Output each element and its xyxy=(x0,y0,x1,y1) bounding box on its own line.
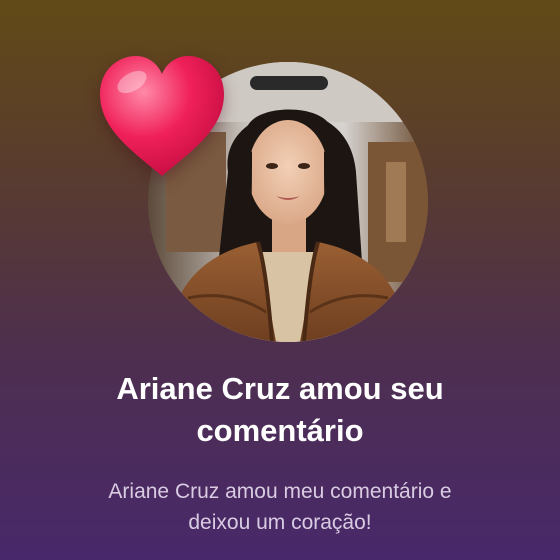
title-line-2: comentário xyxy=(196,413,364,448)
notification-message: Ariane Cruz amou meu comentário e deixou… xyxy=(40,476,520,538)
message-line-2: deixou um coração! xyxy=(188,511,372,534)
notification-card: Ariane Cruz amou seu comentário Ariane C… xyxy=(0,0,560,560)
title-line-1: Ariane Cruz amou seu xyxy=(116,371,444,406)
heart-icon xyxy=(100,56,224,176)
message-line-1: Ariane Cruz amou meu comentário e xyxy=(108,480,452,503)
notification-title: Ariane Cruz amou seu comentário xyxy=(40,368,520,452)
